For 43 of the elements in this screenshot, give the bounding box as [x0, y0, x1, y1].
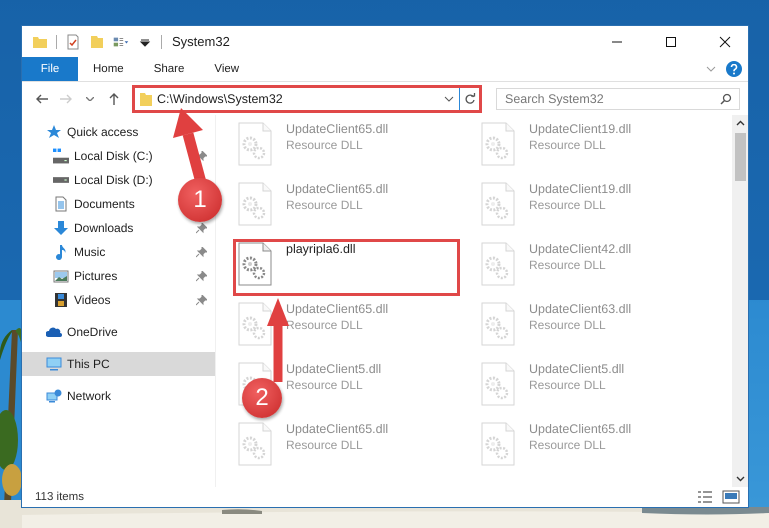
nav-item[interactable]: Documents	[53, 196, 135, 212]
ribbon-tab[interactable]: View	[199, 57, 254, 81]
file-name: UpdateClient63.dll	[529, 302, 632, 316]
file-item[interactable]: playripla6.dll	[233, 239, 460, 296]
address-field[interactable]: C:\Windows\System32	[132, 84, 482, 112]
file-name: UpdateClient65.dll	[286, 122, 388, 136]
file-type: Resource DLL	[529, 258, 606, 272]
file-type: Resource DLL	[529, 198, 606, 212]
search-field[interactable]: Search System32	[496, 88, 740, 110]
file-name: UpdateClient19.dll	[529, 122, 632, 136]
file-type: Resource DLL	[529, 378, 606, 392]
nav-item[interactable]: Pictures	[53, 268, 118, 284]
nav-item[interactable]: Network	[22, 384, 215, 408]
ribbon-tab[interactable]: Share	[138, 57, 200, 81]
file-name: UpdateClient65.dll	[286, 422, 388, 436]
file-type: Resource DLL	[286, 378, 363, 392]
nav-item[interactable]: Local Disk (D:)	[53, 173, 153, 187]
nav-item[interactable]: Quick access	[22, 120, 215, 144]
window-title: System32	[172, 34, 230, 49]
file-name: UpdateClient42.dll	[529, 242, 632, 256]
file-type: Resource DLL	[286, 438, 363, 452]
file-name: UpdateClient5.dll	[529, 362, 624, 376]
file-name: playripla6.dll	[286, 242, 356, 256]
file-type: Resource DLL	[529, 438, 606, 452]
ribbon-tab[interactable]: Home	[78, 57, 139, 81]
nav-item[interactable]: Downloads	[53, 220, 134, 236]
file-type: Resource DLL	[529, 318, 606, 332]
nav-item[interactable]: Local Disk (C:)	[53, 148, 153, 164]
file-name: UpdateClient65.dll	[529, 422, 632, 436]
nav-item[interactable]: Music	[53, 244, 106, 260]
file-type: Resource DLL	[286, 318, 363, 332]
ribbon-tab[interactable]: File	[22, 57, 78, 81]
file-name: UpdateClient19.dll	[529, 182, 632, 196]
file-name: UpdateClient65.dll	[286, 182, 388, 196]
file-type: Resource DLL	[286, 138, 363, 152]
item-count: 113 items	[35, 491, 84, 503]
nav-item[interactable]: This PC	[22, 352, 215, 376]
file-name: UpdateClient65.dll	[286, 302, 388, 316]
nav-item[interactable]: OneDrive	[22, 320, 215, 344]
nav-item[interactable]: Videos	[53, 292, 110, 308]
file-name: UpdateClient5.dll	[286, 362, 382, 376]
file-type: Resource DLL	[286, 198, 363, 212]
file-type: Resource DLL	[529, 138, 606, 152]
